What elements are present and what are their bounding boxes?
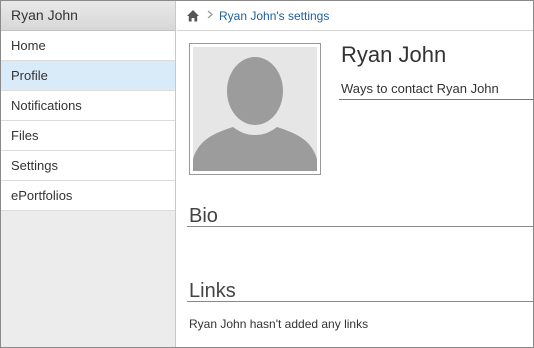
sidebar-nav: Home Profile Notifications Files Setting… xyxy=(1,31,175,211)
contact-methods-link[interactable]: Ways to contact Ryan John xyxy=(341,81,499,96)
breadcrumb-settings-link[interactable]: Ryan John's settings xyxy=(219,9,329,23)
avatar xyxy=(189,43,321,175)
chevron-right-icon xyxy=(207,10,213,22)
bio-divider xyxy=(187,226,533,227)
breadcrumb: Ryan John's settings xyxy=(177,1,533,31)
main-content: Ryan John's settings Ryan John Ways to c… xyxy=(177,1,533,347)
app-window: Ryan John Home Profile Notifications Fil… xyxy=(0,0,534,348)
contact-divider xyxy=(339,99,533,100)
sidebar-item-notifications[interactable]: Notifications xyxy=(1,91,175,121)
sidebar: Ryan John Home Profile Notifications Fil… xyxy=(1,1,176,347)
sidebar-item-files[interactable]: Files xyxy=(1,121,175,151)
links-divider xyxy=(187,301,533,302)
links-empty-message: Ryan John hasn't added any links xyxy=(189,317,369,331)
bio-heading: Bio xyxy=(189,205,218,227)
home-icon[interactable] xyxy=(186,9,200,23)
sidebar-item-profile[interactable]: Profile xyxy=(1,61,175,91)
sidebar-item-eportfolios[interactable]: ePortfolios xyxy=(1,181,175,211)
sidebar-user-name: Ryan John xyxy=(1,1,175,31)
sidebar-item-home[interactable]: Home xyxy=(1,31,175,61)
default-avatar-silhouette-icon xyxy=(193,47,317,171)
sidebar-item-settings[interactable]: Settings xyxy=(1,151,175,181)
links-heading: Links xyxy=(189,280,236,302)
profile-name: Ryan John xyxy=(341,42,447,67)
